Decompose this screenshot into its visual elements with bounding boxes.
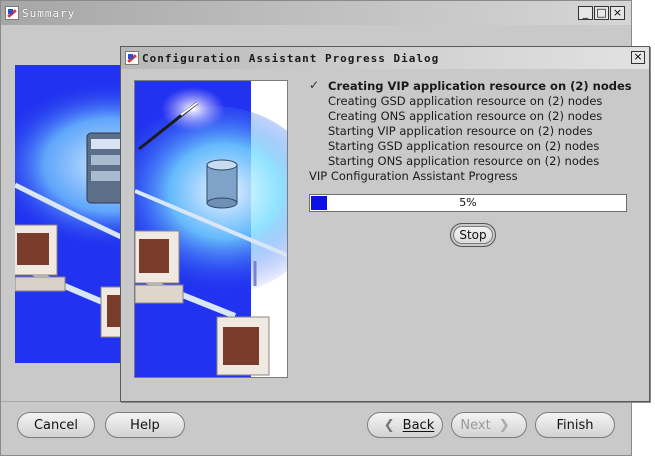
stop-button[interactable]: Stop: [450, 223, 496, 247]
step-item: Starting ONS application resource on (2)…: [307, 154, 637, 169]
cancel-button-label: Cancel: [33, 417, 79, 433]
finish-button-label: Finish: [556, 417, 594, 433]
progress-percent: 5%: [459, 196, 477, 209]
back-button-label: Back: [402, 417, 435, 433]
close-icon[interactable]: ×: [610, 6, 625, 20]
step-item: Starting GSD application resource on (2)…: [307, 139, 637, 154]
step-item: Starting VIP application resource on (2)…: [307, 124, 637, 139]
step-label: Starting GSD application resource on (2)…: [328, 139, 600, 153]
step-label: Creating VIP application resource on (2)…: [328, 79, 632, 93]
step-list: ✓ Creating VIP application resource on (…: [307, 78, 637, 169]
assistant-progress-label: VIP Configuration Assistant Progress: [309, 169, 518, 183]
progress-dialog: Configuration Assistant Progress Dialog …: [120, 46, 650, 402]
step-label: Creating GSD application resource on (2)…: [328, 94, 603, 108]
back-arrow-icon: ❮: [383, 417, 395, 433]
step-label: Starting VIP application resource on (2)…: [328, 124, 593, 138]
close-icon[interactable]: ×: [631, 51, 645, 64]
step-label: Creating ONS application resource on (2)…: [328, 109, 603, 123]
summary-title: Summary: [22, 6, 76, 20]
next-button[interactable]: Next ❯: [451, 412, 527, 438]
next-arrow-icon: ❯: [498, 417, 510, 433]
step-item: Creating ONS application resource on (2)…: [307, 109, 637, 124]
dialog-title: Configuration Assistant Progress Dialog: [142, 51, 440, 65]
app-icon: [125, 51, 139, 65]
step-item: Creating GSD application resource on (2)…: [307, 94, 637, 109]
maximize-icon[interactable]: □: [594, 6, 609, 20]
window-controls: _ □ ×: [578, 6, 625, 20]
checkmark-icon: ✓: [309, 78, 320, 92]
step-label: Starting ONS application resource on (2)…: [328, 154, 600, 168]
help-button[interactable]: Help: [105, 412, 185, 438]
dialog-titlebar[interactable]: Configuration Assistant Progress Dialog …: [121, 47, 649, 69]
minimize-icon[interactable]: _: [578, 6, 593, 20]
finish-button[interactable]: Finish: [535, 412, 615, 438]
cancel-button[interactable]: Cancel: [17, 412, 95, 438]
next-button-label: Next: [460, 417, 491, 433]
help-button-label: Help: [130, 417, 160, 433]
app-icon: [5, 6, 19, 20]
network-illustration: [135, 81, 287, 377]
step-item-current: ✓ Creating VIP application resource on (…: [307, 78, 637, 94]
wizard-button-bar: Cancel Help ❮ Back Next ❯ Finish: [1, 401, 631, 451]
back-button[interactable]: ❮ Back: [367, 412, 443, 438]
stop-button-label: Stop: [459, 228, 487, 242]
summary-titlebar[interactable]: Summary _ □ ×: [1, 1, 631, 25]
progress-bar: 5%: [309, 194, 627, 212]
dialog-illustration: [134, 80, 288, 378]
